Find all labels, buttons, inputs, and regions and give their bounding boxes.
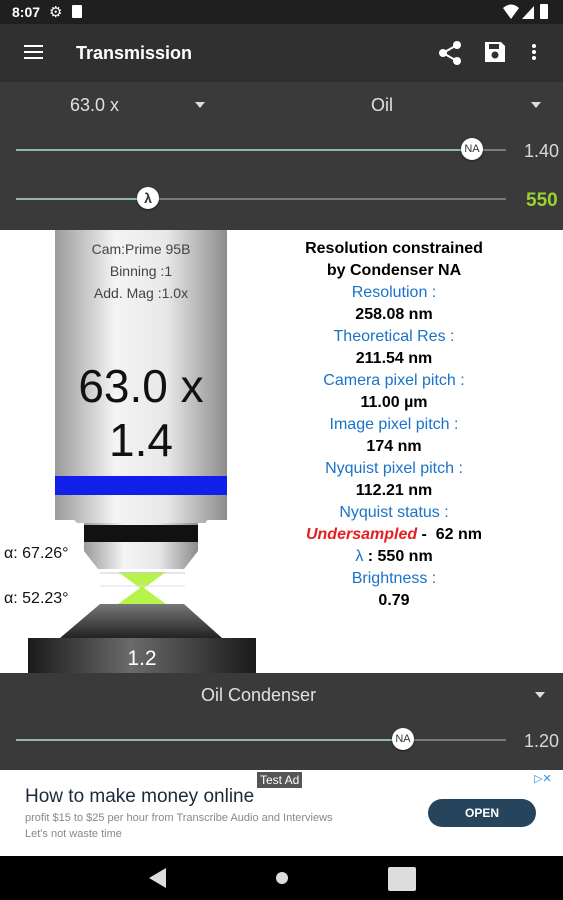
objective-na-label: 1.4 [109, 414, 173, 466]
status-bar: 8:07 ⚙ [0, 0, 563, 24]
magnification-selected: 63.0 x [70, 95, 120, 115]
camera-pitch-label: Camera pixel pitch : [323, 372, 465, 389]
home-icon[interactable] [276, 872, 288, 884]
condenser-na-slider-thumb[interactable]: NA [392, 728, 414, 750]
camera-pitch-value: 11.00 µm [360, 394, 428, 411]
objective-mag-label: 63.0 x [78, 360, 204, 412]
navigation-bar [0, 856, 563, 900]
save-icon[interactable] [484, 41, 506, 63]
condenser-angle: α: 52.23° [4, 590, 69, 607]
ad-text-line2: Let's not waste time [25, 828, 122, 840]
clock: 8:07 [12, 4, 41, 20]
condenser-selected: Oil Condenser [201, 685, 317, 705]
back-icon[interactable] [146, 866, 168, 890]
page-title: Transmission [76, 43, 193, 63]
more-vert-icon[interactable] [532, 44, 536, 60]
condenser-controls: Oil Condenser NA 1.20 [0, 673, 563, 770]
ad-text-line1: profit $15 to $25 per hour from Transcri… [25, 812, 333, 824]
ad-headline[interactable]: How to make money online [25, 786, 254, 808]
cellular-signal-icon [522, 6, 534, 19]
condenser-top [60, 604, 222, 638]
chevron-down-icon [535, 692, 545, 698]
chevron-down-icon [531, 102, 541, 108]
brightness-label: Brightness : [351, 570, 437, 587]
info-heading-line1: Resolution constrained [305, 240, 483, 257]
light-cone [118, 572, 166, 604]
nyquist-delta: - 62 nm [417, 526, 483, 543]
objective-nose-ring [84, 525, 198, 542]
nyquist-status-value: Undersampled [305, 526, 418, 543]
na-slider-thumb[interactable]: NA [461, 138, 483, 160]
ad-open-button[interactable]: OPEN [428, 799, 536, 827]
nyquist-status-label: Nyquist status : [339, 504, 449, 521]
app-bar: Transmission [0, 24, 563, 82]
resolution-label: Resolution : [351, 284, 437, 301]
battery-icon [540, 4, 548, 19]
objective-visualization: Cam:Prime 95B Binning :1 Add. Mag :1.0x … [0, 230, 563, 673]
wavelength-value: 550 [526, 190, 558, 211]
settings-gear-icon: ⚙ [49, 4, 63, 21]
ad-banner[interactable]: Test Ad ▷✕ How to make money online prof… [0, 770, 563, 856]
condenser-na-label: 1.2 [127, 647, 157, 670]
hamburger-menu-icon[interactable] [24, 45, 43, 59]
brightness-value: 0.79 [378, 592, 410, 609]
wavelength-slider[interactable]: λ [16, 187, 506, 209]
resolution-info: Resolution constrained by Condenser NA R… [264, 238, 524, 612]
share-icon[interactable] [438, 40, 462, 66]
theoretical-res-value: 211.54 nm [355, 350, 433, 367]
add-mag-label: Add. Mag :1.0x [93, 285, 189, 301]
na-value: 1.40 [524, 141, 560, 161]
sd-card-icon [72, 5, 82, 18]
image-pitch-label: Image pixel pitch : [329, 416, 459, 433]
nyquist-pitch-label: Nyquist pixel pitch : [325, 460, 463, 477]
theoretical-res-label: Theoretical Res : [333, 328, 455, 345]
condenser-dropdown[interactable]: Oil Condenser [0, 673, 563, 717]
objective-labels: Cam:Prime 95B Binning :1 Add. Mag :1.0x [55, 238, 227, 304]
condenser-na-value: 1.20 [524, 731, 560, 751]
na-slider[interactable]: NA [16, 138, 506, 160]
wifi-icon [503, 4, 519, 19]
objective-controls: 63.0 x Oil NA 1.40 λ 550 [0, 82, 563, 230]
lambda-value: : 550 nm [363, 548, 433, 565]
resolution-value: 258.08 nm [355, 306, 433, 323]
magnification-dropdown[interactable]: 63.0 x [0, 82, 225, 128]
info-heading-line2: by Condenser NA [326, 262, 462, 279]
image-pitch-value: 174 nm [366, 438, 422, 455]
wavelength-slider-thumb[interactable]: λ [137, 187, 159, 209]
objective-color-band [55, 476, 227, 495]
immersion-dropdown[interactable]: Oil [250, 82, 550, 128]
immersion-selected: Oil [371, 95, 393, 115]
camera-label: Cam:Prime 95B [91, 241, 191, 257]
objective-shoulder [55, 498, 227, 523]
objective-angle: α: 67.26° [4, 545, 69, 562]
nyquist-status-row: Undersampled - 62 nm [264, 524, 524, 546]
condenser-na-slider[interactable]: NA [16, 728, 506, 750]
objective-tip [84, 551, 198, 569]
adchoices-icon[interactable]: ▷✕ [534, 772, 552, 785]
recents-icon[interactable] [388, 867, 416, 891]
chevron-down-icon [195, 102, 205, 108]
nyquist-pitch-value: 112.21 nm [355, 482, 433, 499]
test-ad-badge: Test Ad [257, 772, 303, 788]
binning-label: Binning :1 [109, 263, 173, 279]
lambda-row: λ : 550 nm [264, 546, 524, 568]
